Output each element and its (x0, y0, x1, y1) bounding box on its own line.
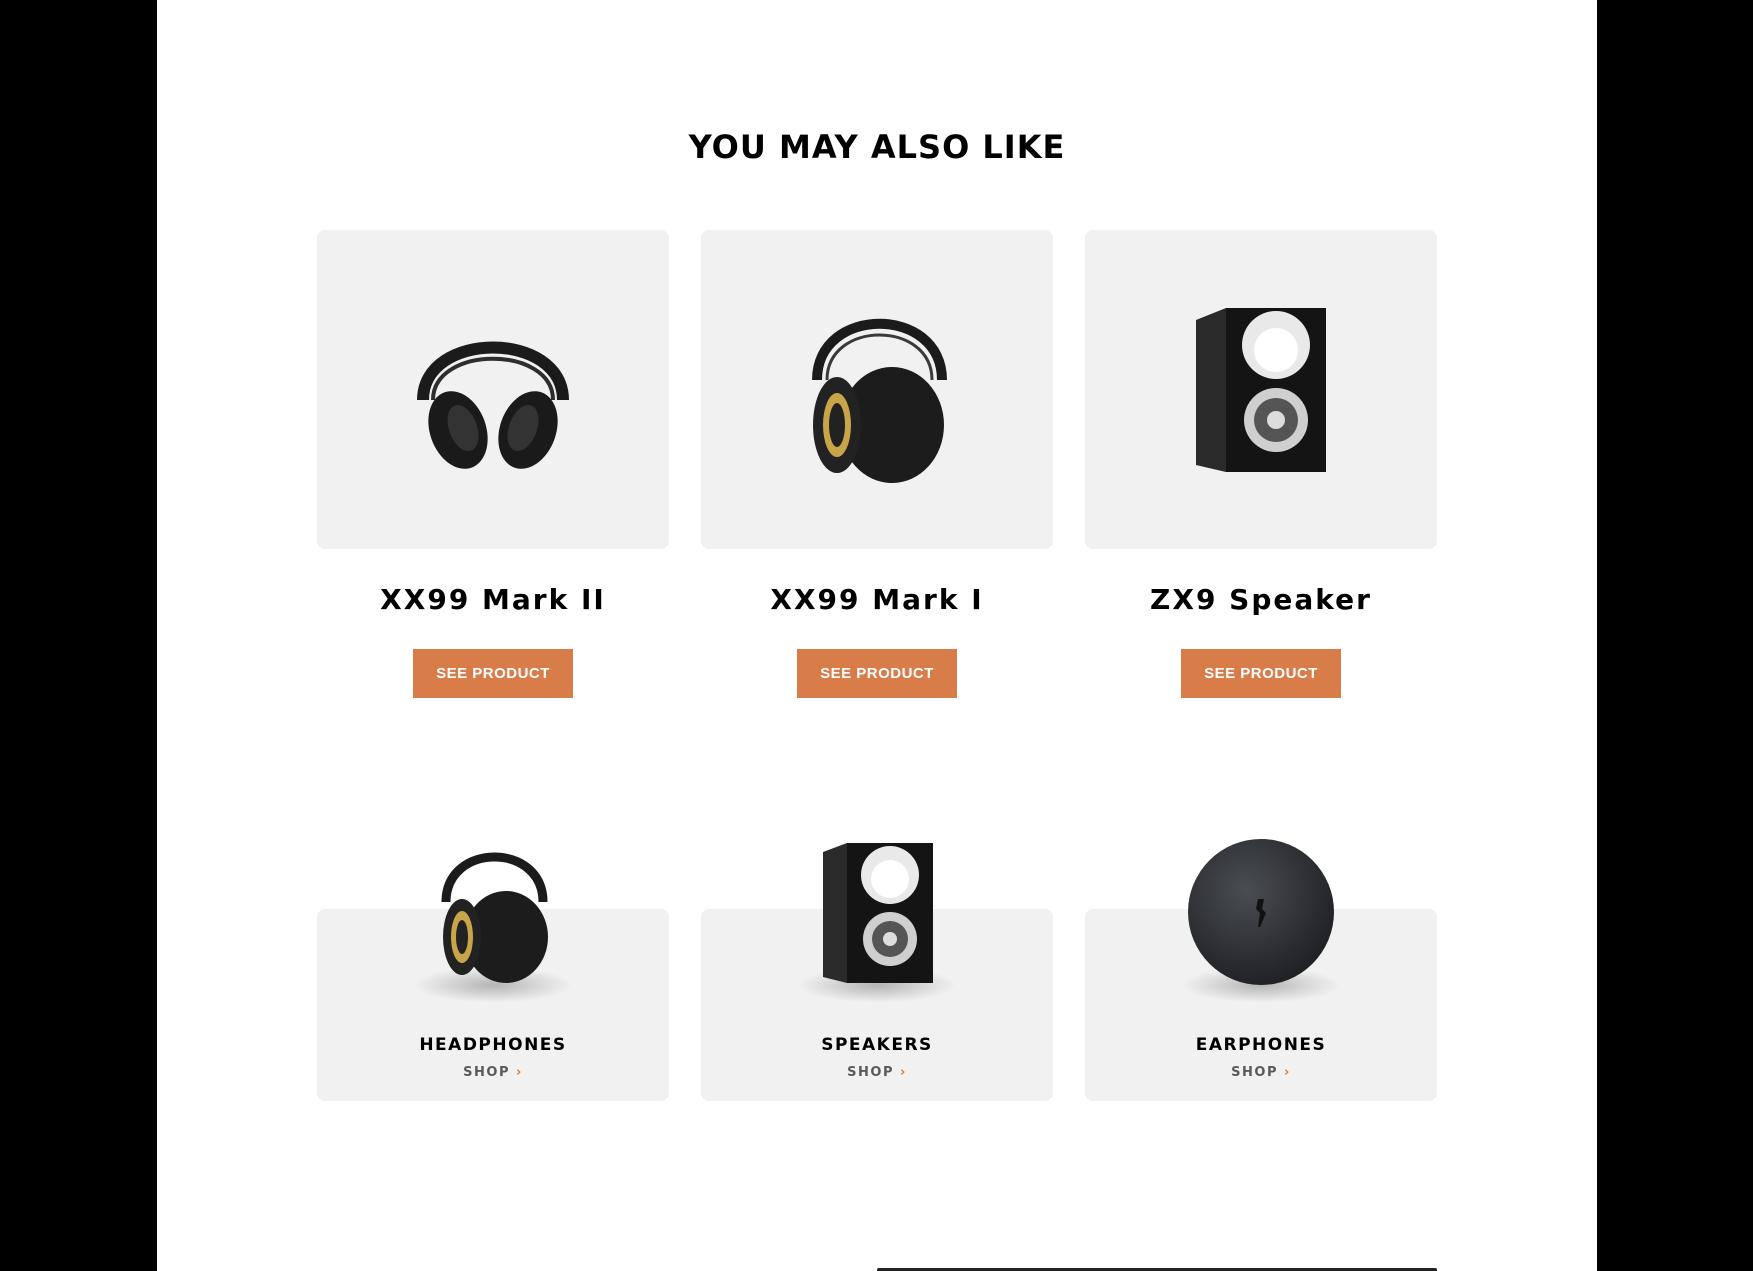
product-card-zx9-speaker: ZX9 Speaker SEE PRODUCT (1085, 230, 1437, 698)
headphones-closed-icon (417, 341, 569, 469)
section-title: YOU MAY ALSO LIKE (688, 128, 1066, 166)
product-image[interactable] (1085, 230, 1437, 549)
category-card-headphones[interactable]: HEADPHONES SHOP › (317, 852, 669, 1101)
chevron-right-icon: › (899, 1065, 907, 1080)
product-card-xx99-mark-i: XX99 Mark I SEE PRODUCT (701, 230, 1053, 698)
product-image[interactable] (317, 230, 669, 549)
see-product-button[interactable]: SEE PRODUCT (797, 649, 957, 698)
shop-label: SHOP (1231, 1065, 1278, 1080)
speaker-icon (1196, 307, 1326, 472)
category-name: EARPHONES (1195, 1035, 1327, 1055)
see-product-button[interactable]: SEE PRODUCT (413, 649, 573, 698)
category-name: SPEAKERS (821, 1035, 933, 1055)
product-card-xx99-mark-ii: XX99 Mark II SEE PRODUCT (317, 230, 669, 698)
shop-label: SHOP (463, 1065, 510, 1080)
headphones-icon (441, 852, 548, 983)
product-name: XX99 Mark I (770, 583, 984, 616)
shop-link[interactable]: SHOP › (701, 1065, 1053, 1080)
category-name: HEADPHONES (419, 1035, 567, 1055)
chevron-right-icon: › (515, 1065, 523, 1080)
shop-link[interactable]: SHOP › (317, 1065, 669, 1080)
category-card-earphones[interactable]: EARPHONES SHOP › (1085, 839, 1437, 1101)
earphones-case-icon (1188, 839, 1334, 985)
shop-label: SHOP (847, 1065, 894, 1080)
speaker-icon (822, 843, 933, 983)
category-image (1181, 832, 1341, 987)
chevron-right-icon: › (1283, 1065, 1291, 1080)
product-name: ZX9 Speaker (1150, 583, 1372, 616)
category-card-speakers[interactable]: SPEAKERS SHOP › (701, 843, 1053, 1101)
page: YOU MAY ALSO LIKE XX99 Mark II SEE PRODU… (157, 0, 1597, 1271)
product-name: XX99 Mark II (380, 583, 606, 616)
category-image (413, 832, 573, 987)
headphones-studio-icon (812, 318, 947, 483)
product-image[interactable] (701, 230, 1053, 549)
see-product-button[interactable]: SEE PRODUCT (1181, 649, 1341, 698)
shop-link[interactable]: SHOP › (1085, 1065, 1437, 1080)
category-image (797, 832, 957, 987)
